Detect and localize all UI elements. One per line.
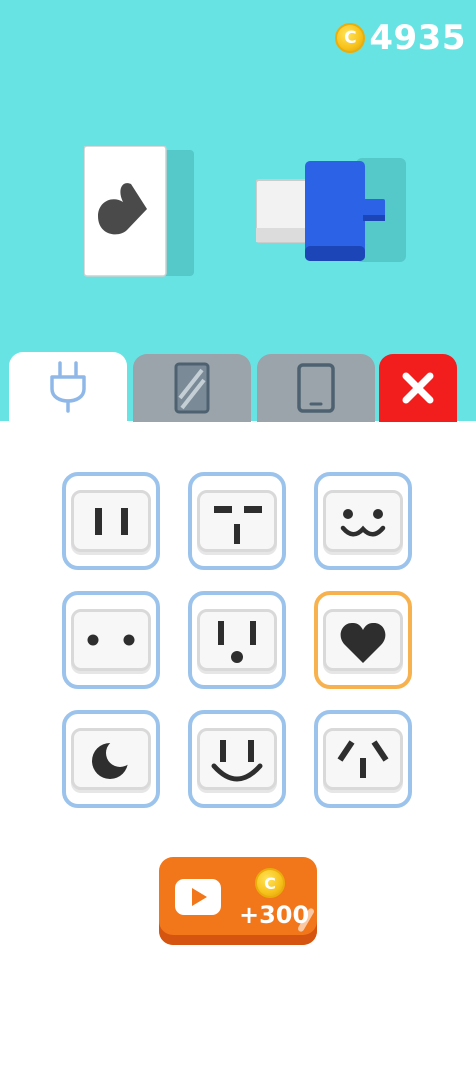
angled-slots-icon: [337, 740, 389, 778]
crescent-moon-icon: [92, 739, 134, 779]
heart-icon: [340, 622, 386, 663]
socket-option-surprised-face[interactable]: [188, 591, 286, 689]
coin-icon: C: [335, 23, 366, 53]
tab-plug[interactable]: [9, 352, 127, 422]
tab-frame[interactable]: [133, 354, 251, 422]
socket-option-cat-face[interactable]: [314, 472, 412, 570]
close-icon: [402, 372, 434, 404]
coin-icon: C: [255, 868, 285, 898]
coin-counter: C 4935: [335, 18, 466, 58]
category-tabs: [0, 352, 476, 422]
close-button[interactable]: [379, 354, 457, 422]
socket-board: [84, 146, 194, 277]
socket-option-t-slots[interactable]: [188, 472, 286, 570]
socket-option-two-dots[interactable]: [62, 591, 160, 689]
plug-icon: [50, 361, 86, 413]
surprised-face-icon: [218, 621, 256, 663]
video-play-icon: [175, 879, 221, 915]
socket-option-two-slots[interactable]: [62, 472, 160, 570]
coin-count: 4935: [369, 18, 466, 58]
tab-device[interactable]: [257, 354, 375, 422]
plug-model: [256, 158, 406, 262]
two-slots-icon: [95, 508, 128, 535]
cat-face-icon: [340, 509, 386, 537]
two-dots-icon: [87, 634, 135, 646]
socket-option-angled-slots[interactable]: [314, 710, 412, 808]
socket-option-smile-face[interactable]: [188, 710, 286, 808]
watch-ad-reward-button[interactable]: C +300: [159, 857, 317, 945]
socket-option-heart[interactable]: [314, 591, 412, 689]
smile-face-icon: [211, 740, 263, 782]
mirror-frame-icon: [174, 362, 210, 414]
tablet-icon: [297, 363, 335, 413]
t-slots-icon: [214, 506, 262, 544]
socket-option-crescent-moon[interactable]: [62, 710, 160, 808]
